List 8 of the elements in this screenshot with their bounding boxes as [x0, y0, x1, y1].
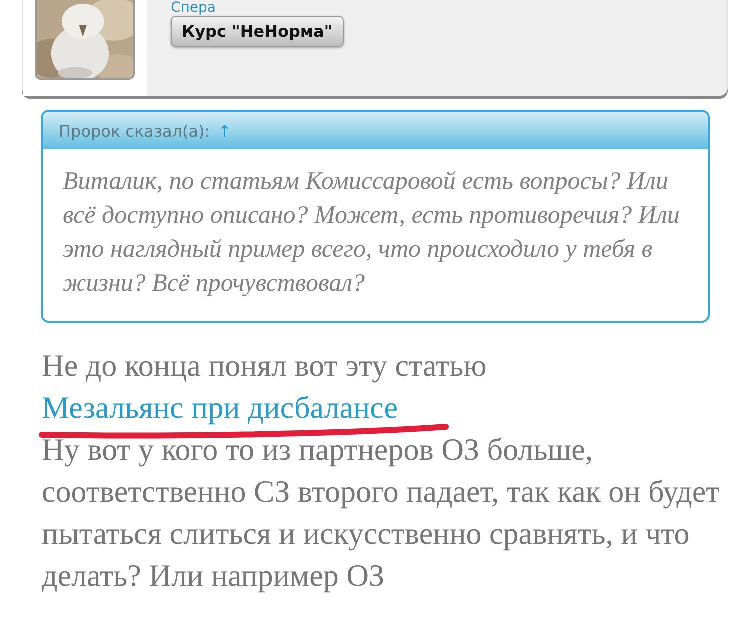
- quote-author: Пророк сказал(а):: [59, 122, 210, 141]
- jump-link[interactable]: ↑: [218, 122, 232, 141]
- quote-text: Виталик, по статьям Комиссаровой есть вопросы? Или всё доступно описано? Может, есть противоречия? Или это наглядный пример всего, что происходило у тебя в жизни? Всё прочувствовал?: [62, 167, 681, 299]
- group-badge[interactable]: Курс "НеНорма": [171, 16, 344, 47]
- post-text: Не до конца понял вот эту статью: [42, 347, 488, 385]
- article-link[interactable]: Мезальянс при дисбалансе: [42, 390, 398, 425]
- post-text: Ну вот у кого то из партнеров ОЗ больше, соответственно СЗ второго падает, так как он будет пытаться слиться и искусственно сравнять, и что делать? Или например ОЗ: [42, 431, 721, 595]
- username-link[interactable]: Спера: [171, 0, 216, 16]
